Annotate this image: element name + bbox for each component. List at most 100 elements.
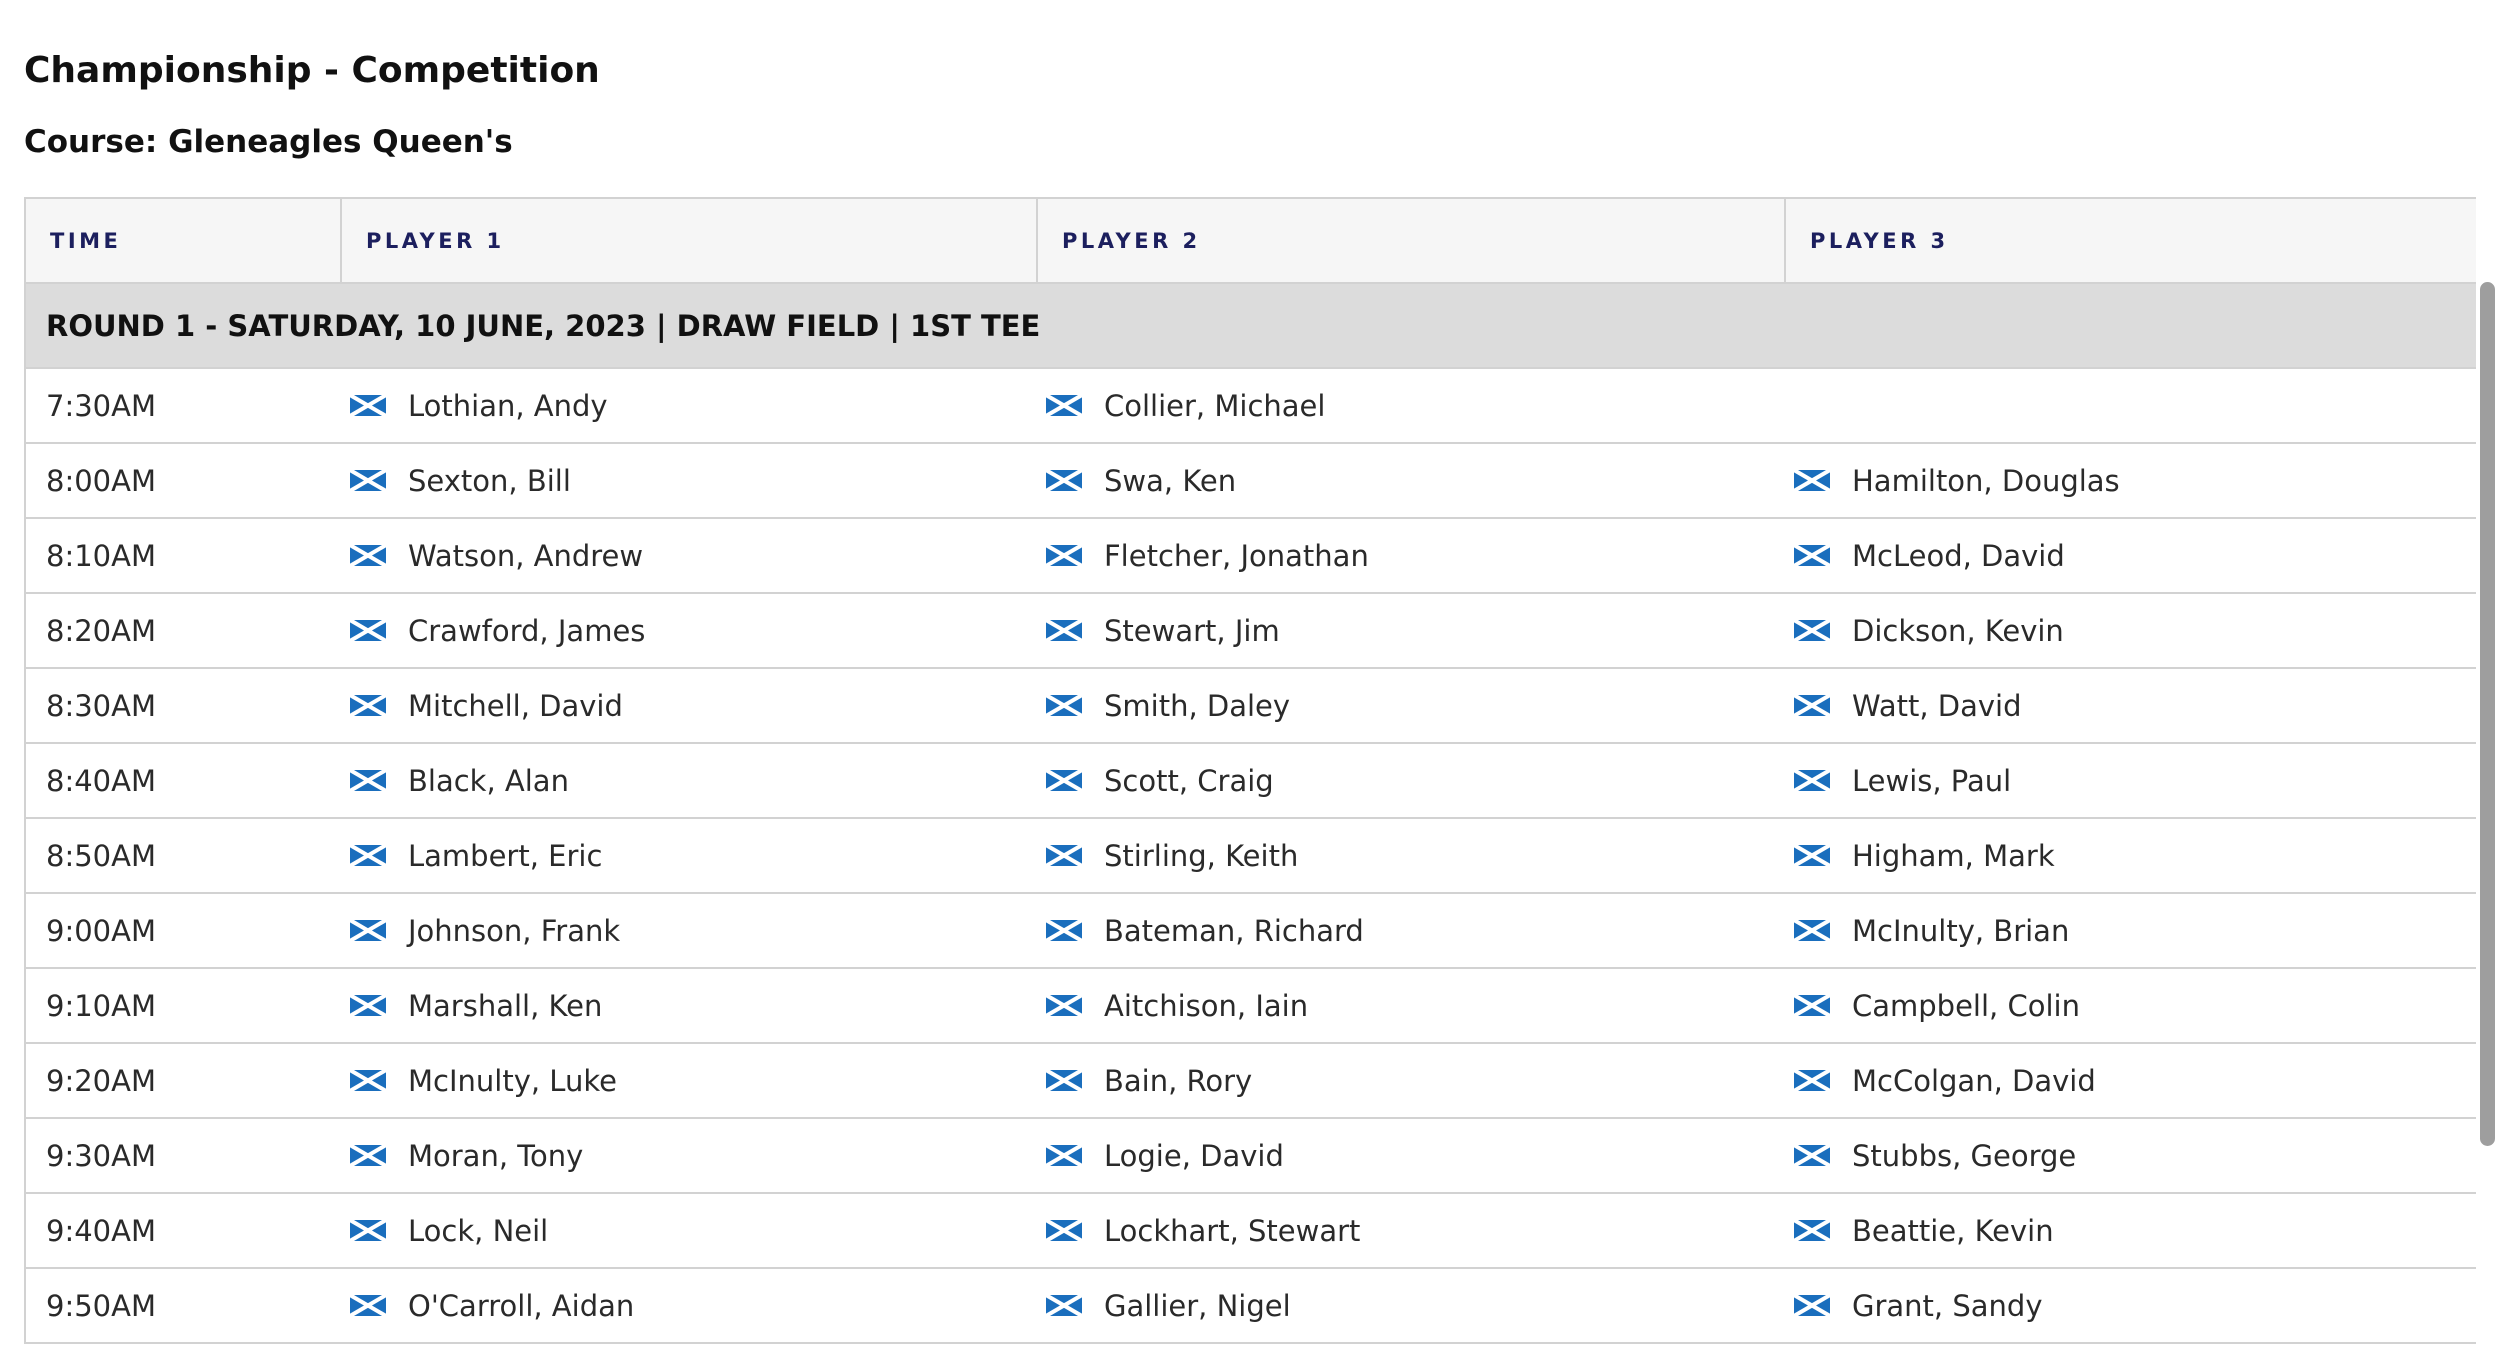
player-1-cell: Lothian, Andy [340, 389, 1036, 423]
player-name: Bain, Rory [1104, 1063, 1253, 1098]
player-2-cell: Lockhart, Stewart [1036, 1214, 1784, 1248]
player-2-cell: Bateman, Richard [1036, 914, 1784, 948]
player-name: Scott, Craig [1104, 763, 1274, 798]
player-2-cell: Logie, David [1036, 1139, 1784, 1173]
player-name: Marshall, Ken [408, 988, 603, 1023]
player-name: Moran, Tony [408, 1138, 584, 1173]
player-1-cell: Marshall, Ken [340, 989, 1036, 1023]
scotland-flag-icon [1794, 1145, 1830, 1166]
player-3-cell: Beattie, Kevin [1784, 1214, 2476, 1248]
tee-time: 8:10AM [46, 538, 156, 573]
scotland-flag-icon [350, 1070, 386, 1091]
player-1-cell: O'Carroll, Aidan [340, 1289, 1036, 1323]
player-name: Grant, Sandy [1852, 1288, 2043, 1323]
player-1-cell: Lambert, Eric [340, 839, 1036, 873]
player-name: Bateman, Richard [1104, 913, 1364, 948]
table-row: 9:50AM O'Carroll, Aidan Gallier, Nigel Gran… [26, 1269, 2476, 1344]
scotland-flag-icon [1046, 1145, 1082, 1166]
player-name: Lockhart, Stewart [1104, 1213, 1361, 1248]
scotland-flag-icon [1046, 1070, 1082, 1091]
player-name: Smith, Daley [1104, 688, 1291, 723]
scotland-flag-icon [1794, 770, 1830, 791]
player-2-cell: Scott, Craig [1036, 764, 1784, 798]
scotland-flag-icon [350, 470, 386, 491]
scotland-flag-icon [1794, 695, 1830, 716]
player-name: Higham, Mark [1852, 838, 2055, 873]
player-2-cell: Aitchison, Iain [1036, 989, 1784, 1023]
player-name: Aitchison, Iain [1104, 988, 1309, 1023]
table-row: 7:30AM Lothian, Andy Collier, Michael [26, 369, 2476, 444]
scotland-flag-icon [1794, 470, 1830, 491]
scotland-flag-icon [1046, 695, 1082, 716]
tee-time: 8:20AM [46, 613, 156, 648]
player-2-cell: Smith, Daley [1036, 689, 1784, 723]
tee-time: 9:10AM [46, 988, 156, 1023]
table-row: 8:40AM Black, Alan Scott, Craig Lewis, Paul [26, 744, 2476, 819]
scotland-flag-icon [1046, 545, 1082, 566]
scotland-flag-icon [350, 1220, 386, 1241]
scotland-flag-icon [350, 395, 386, 416]
tee-time: 8:30AM [46, 688, 156, 723]
player-name: Swa, Ken [1104, 463, 1237, 498]
player-1-cell: McInulty, Luke [340, 1064, 1036, 1098]
player-name: Lewis, Paul [1852, 763, 2012, 798]
player-1-cell: Mitchell, David [340, 689, 1036, 723]
table-row: 8:50AM Lambert, Eric Stirling, Keith Higham… [26, 819, 2476, 894]
scotland-flag-icon [350, 1295, 386, 1316]
player-2-cell: Collier, Michael [1036, 389, 1784, 423]
player-2-cell: Stirling, Keith [1036, 839, 1784, 873]
tee-time: 8:40AM [46, 763, 156, 798]
table-row: 9:40AM Lock, Neil Lockhart, Stewart Beattie… [26, 1194, 2476, 1269]
player-name: Fletcher, Jonathan [1104, 538, 1369, 573]
player-name: Stirling, Keith [1104, 838, 1299, 873]
player-name: Black, Alan [408, 763, 569, 798]
tee-time: 7:30AM [46, 388, 156, 423]
scotland-flag-icon [350, 695, 386, 716]
scotland-flag-icon [1794, 995, 1830, 1016]
player-name: Lothian, Andy [408, 388, 608, 423]
player-3-cell: Hamilton, Douglas [1784, 464, 2476, 498]
vertical-scrollbar[interactable] [2476, 0, 2500, 1372]
player-1-cell: Black, Alan [340, 764, 1036, 798]
scrollbar-thumb[interactable] [2480, 282, 2495, 1146]
player-name: Lambert, Eric [408, 838, 603, 873]
table-row: 8:30AM Mitchell, David Smith, Daley Watt, D… [26, 669, 2476, 744]
player-1-cell: Watson, Andrew [340, 539, 1036, 573]
column-header-player-3: PLAYER 3 [1784, 199, 2476, 282]
table-row: 9:10AM Marshall, Ken Aitchison, Iain Campbe… [26, 969, 2476, 1044]
player-name: Johnson, Frank [408, 913, 621, 948]
scotland-flag-icon [1794, 1220, 1830, 1241]
table-body: 7:30AM Lothian, Andy Collier, Michael 8:00A… [26, 369, 2476, 1344]
player-3-cell: McColgan, David [1784, 1064, 2476, 1098]
round-label: ROUND 1 - SATURDAY, 10 JUNE, 2023 | DRAW… [46, 308, 1041, 343]
scotland-flag-icon [1046, 1220, 1082, 1241]
player-2-cell: Fletcher, Jonathan [1036, 539, 1784, 573]
player-name: Beattie, Kevin [1852, 1213, 2054, 1248]
scotland-flag-icon [350, 1145, 386, 1166]
player-name: Stewart, Jim [1104, 613, 1280, 648]
column-header-player-1: PLAYER 1 [340, 199, 1036, 282]
tee-time: 9:20AM [46, 1063, 156, 1098]
player-name: McInulty, Luke [408, 1063, 617, 1098]
table-row: 9:20AM McInulty, Luke Bain, Rory McColgan, … [26, 1044, 2476, 1119]
player-1-cell: Crawford, James [340, 614, 1036, 648]
scotland-flag-icon [1046, 395, 1082, 416]
player-3-cell: McLeod, David [1784, 539, 2476, 573]
tee-time: 8:00AM [46, 463, 156, 498]
player-name: Dickson, Kevin [1852, 613, 2064, 648]
player-name: Logie, David [1104, 1138, 1284, 1173]
player-name: Crawford, James [408, 613, 646, 648]
player-1-cell: Johnson, Frank [340, 914, 1036, 948]
page: Championship - Competition Course: Glene… [0, 0, 2500, 1372]
scotland-flag-icon [350, 920, 386, 941]
scotland-flag-icon [350, 995, 386, 1016]
player-3-cell: Watt, David [1784, 689, 2476, 723]
player-3-cell: Stubbs, George [1784, 1139, 2476, 1173]
player-3-cell: Campbell, Colin [1784, 989, 2476, 1023]
player-name: Campbell, Colin [1852, 988, 2080, 1023]
player-name: McLeod, David [1852, 538, 2065, 573]
tee-time: 8:50AM [46, 838, 156, 873]
scotland-flag-icon [1046, 920, 1082, 941]
tee-time: 9:50AM [46, 1288, 156, 1323]
scotland-flag-icon [1046, 770, 1082, 791]
